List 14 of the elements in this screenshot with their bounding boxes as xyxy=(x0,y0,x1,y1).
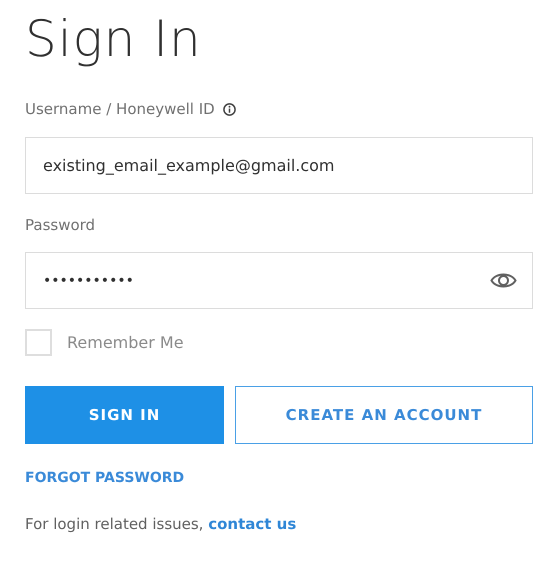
help-text: For login related issues, contact us xyxy=(25,514,298,535)
create-account-button[interactable]: CREATE AN ACCOUNT xyxy=(235,386,533,444)
info-icon[interactable] xyxy=(222,102,236,116)
sign-in-button[interactable]: SIGN IN xyxy=(25,386,224,444)
contact-us-link[interactable]: contact us xyxy=(208,515,296,533)
eye-icon[interactable] xyxy=(490,271,517,290)
username-field[interactable]: existing_email_example@gmail.com xyxy=(25,136,533,194)
checkbox-label: Remember Me xyxy=(67,332,184,354)
field-label: Username / Honeywell ID xyxy=(25,99,215,120)
remember-checkbox[interactable] xyxy=(25,329,52,356)
field-label: Password xyxy=(25,214,96,236)
forgot-password-link[interactable]: FORGOT PASSWORD xyxy=(25,468,184,489)
page-title: Sign In xyxy=(25,9,203,70)
password-field[interactable]: ••••••••••• xyxy=(25,252,533,309)
